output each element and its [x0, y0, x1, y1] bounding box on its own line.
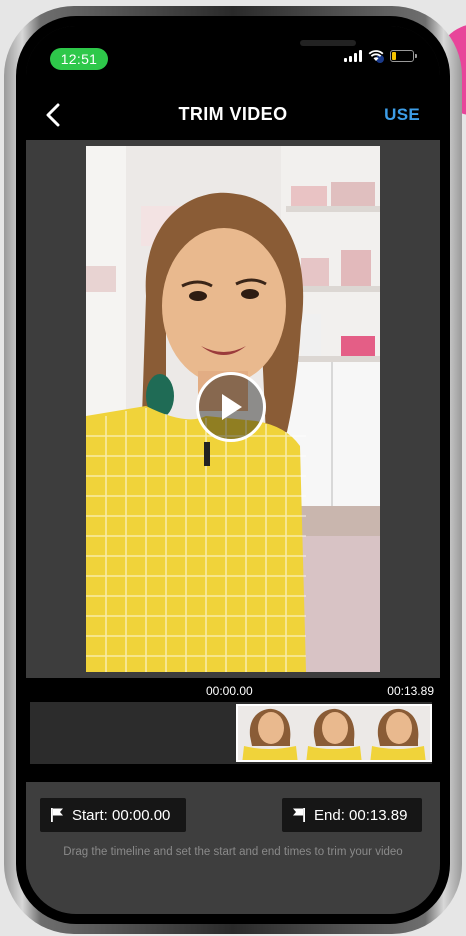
use-button[interactable]: USE — [384, 105, 420, 125]
battery-fill — [392, 52, 396, 60]
speaker-grille — [300, 40, 356, 46]
timeline-start-time: 00:00.00 — [206, 684, 253, 698]
phone-screen: 12:51 TRIM VIDEO USE 00:00.00 00:13.89 S… — [26, 26, 440, 914]
set-start-button[interactable]: Start: 00:00.00 — [40, 798, 186, 832]
video-preview-area — [26, 140, 440, 678]
play-icon — [222, 394, 242, 420]
end-time-label: End: 00:13.89 — [314, 806, 408, 824]
nav-bar: TRIM VIDEO USE — [26, 90, 440, 140]
battery-icon — [390, 50, 417, 62]
timeline-thumbnail — [366, 706, 430, 760]
play-button[interactable] — [196, 372, 266, 442]
trim-timeline: 00:00.00 00:13.89 — [26, 678, 440, 782]
status-icons — [344, 50, 417, 62]
start-time-label: Start: 00:00.00 — [72, 806, 171, 824]
notch — [130, 26, 384, 70]
trim-controls: Start: 00:00.00 End: 00:13.89 Drag the t… — [26, 782, 440, 914]
timeline-end-time: 00:13.89 — [387, 684, 434, 698]
timeline-thumbnail — [302, 706, 366, 760]
timeline-track[interactable] — [30, 702, 432, 764]
timeline-thumbnail — [238, 706, 302, 760]
wifi-icon — [368, 50, 384, 61]
phone-frame: 12:51 TRIM VIDEO USE 00:00.00 00:13.89 S… — [4, 6, 462, 934]
trim-hint: Drag the timeline and set the start and … — [63, 846, 403, 858]
flag-start-icon — [51, 808, 63, 822]
page-title: TRIM VIDEO — [178, 104, 288, 124]
set-end-button[interactable]: End: 00:13.89 — [282, 798, 422, 832]
phone-bezel: 12:51 TRIM VIDEO USE 00:00.00 00:13.89 S… — [16, 16, 450, 924]
signal-icon — [344, 50, 362, 62]
video-player[interactable] — [86, 146, 380, 672]
status-time: 12:51 — [50, 48, 108, 70]
status-bar: 12:51 — [26, 26, 440, 90]
flag-end-icon — [293, 808, 305, 822]
timeline-selection[interactable] — [236, 704, 432, 762]
